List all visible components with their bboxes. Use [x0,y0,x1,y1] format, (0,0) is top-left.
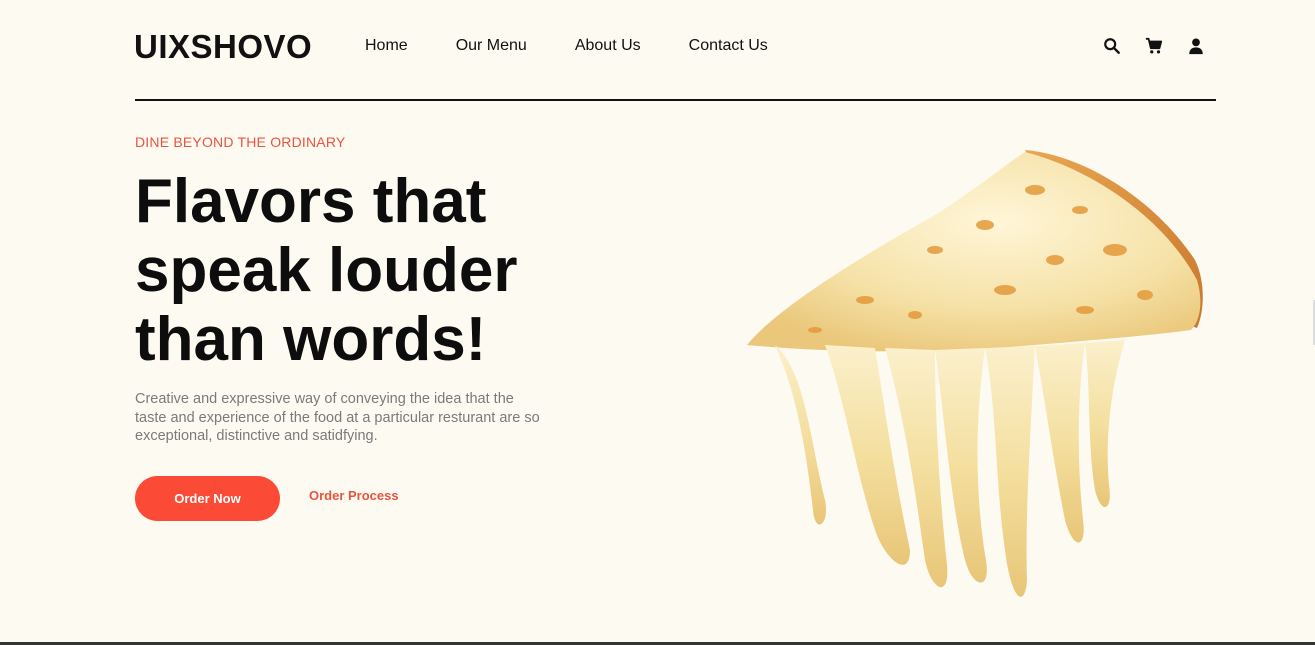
hero-headline: Flavors that speak louder than words! [135,167,655,374]
order-process-link[interactable]: Order Process [309,488,399,503]
nav-item-contact-us[interactable]: Contact Us [689,37,768,55]
header-divider [135,99,1216,101]
hero-eyebrow: DINE BEYOND THE ORDINARY [135,134,346,150]
main-nav: Home Our Menu About Us Contact Us [365,37,816,55]
cart-icon[interactable] [1145,37,1163,55]
user-icon[interactable] [1187,37,1205,55]
search-icon[interactable] [1103,37,1121,55]
headline-line-1: Flavors that [135,167,487,236]
headline-line-2: speak louder [135,236,518,305]
pizza-slice-image [747,150,1203,597]
brand-logo[interactable]: UIXSHOVO [134,28,312,66]
header-actions [1103,37,1205,55]
nav-item-home[interactable]: Home [365,37,408,55]
headline-line-3: than words! [135,305,487,374]
hero-description: Creative and expressive way of conveying… [135,391,540,444]
order-now-button[interactable]: Order Now [135,476,280,521]
nav-item-our-menu[interactable]: Our Menu [456,37,527,55]
landing-page: UIXSHOVO Home Our Menu About Us Contact … [0,0,1315,645]
nav-item-about-us[interactable]: About Us [575,37,641,55]
